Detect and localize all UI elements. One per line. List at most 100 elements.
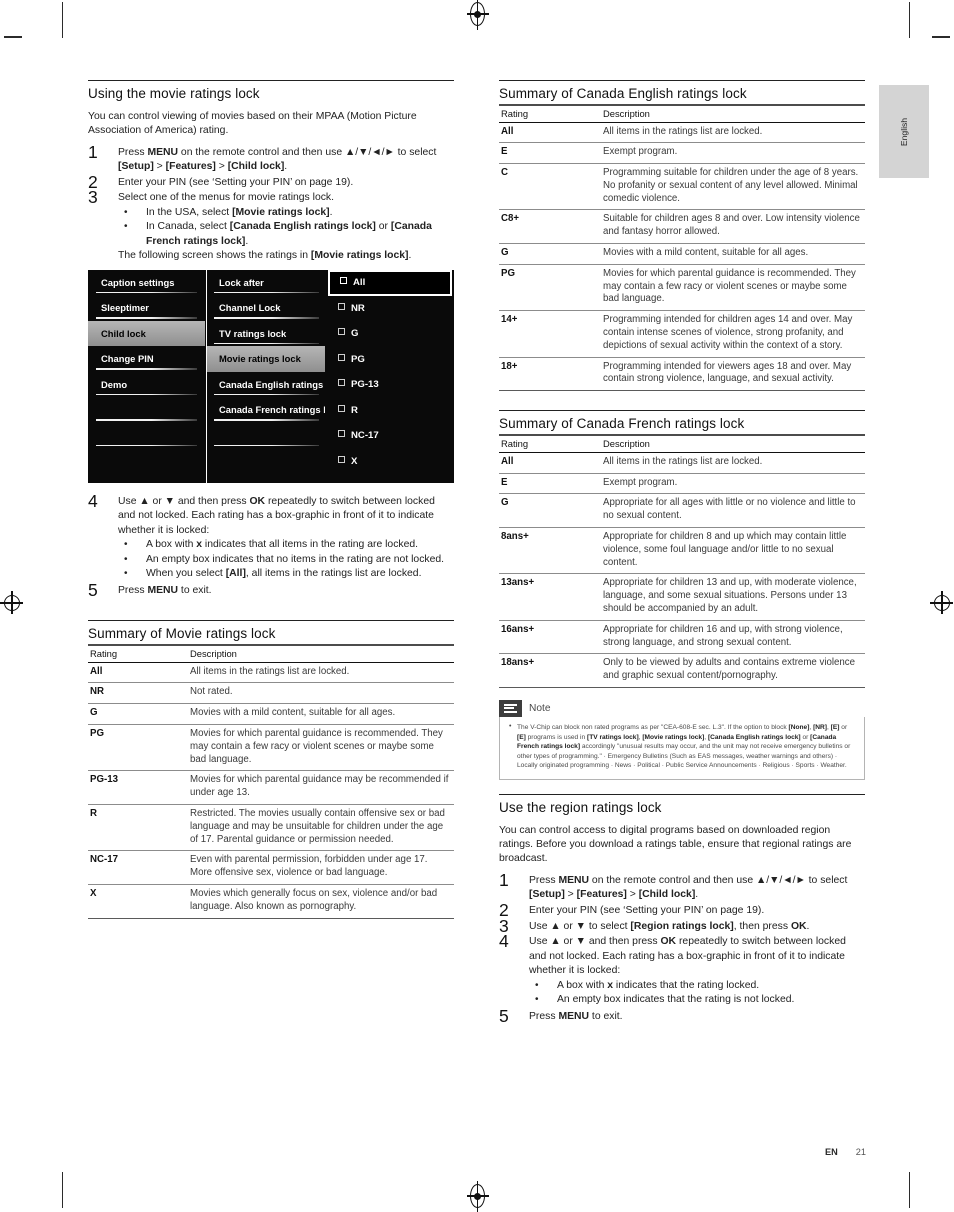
tv-rating-g[interactable]: G [328,321,454,347]
note-seg-1: The V-Chip can block non rated programs … [517,723,789,731]
tv-menu-item-demo[interactable]: Demo [88,372,205,398]
column-header-description: Description [595,104,865,123]
checkbox-icon[interactable] [338,328,345,336]
tv-menu-item-empty-1 [88,397,205,423]
region-ratings-steps: 1 Press MENU on the remote control and t… [499,870,865,1026]
note-body: • The V-Chip can block non rated programs… [499,716,865,780]
tv-rating-x[interactable]: X [328,449,454,475]
bullet-dot-icon: • [124,206,128,218]
checkbox-icon[interactable] [338,353,345,361]
checkbox-icon[interactable] [338,430,345,438]
tv-menu-item-label: TV ratings lock [219,327,287,339]
checkbox-icon[interactable] [338,302,345,310]
cell-rating: 8ans+ [499,527,595,575]
canada-french-summary-section: Summary of Canada French ratings lock Ra… [499,410,865,688]
manual-page: English Using the movie ratings lock You… [0,0,954,1211]
tv-menu-item-sleeptimer[interactable]: Sleeptimer [88,295,205,321]
bullet-dot-icon: • [124,221,128,233]
tv-menu-item-canada-english-ratings-lock[interactable]: Canada English ratings l... [207,372,325,398]
movie-summary-heading: Summary of Movie ratings lock [88,626,276,642]
canada-english-ratings-lock-ref: [Canada English ratings lock] [229,221,376,233]
cell-rating: All [499,452,595,474]
table-row: NC-17 Even with parental permission, forb… [88,850,454,886]
step-text: Select one of the menus for movie rating… [118,192,335,204]
cell-description: Exempt program. [595,142,865,165]
cell-description: All items in the ratings list are locked… [182,662,454,684]
tv-rating-all[interactable]: All [328,269,452,296]
table-row: 16ans+ Appropriate for children 16 and up… [499,620,865,655]
tv-menu-item-caption-settings[interactable]: Caption settings [88,270,205,296]
tv-rating-nc-17[interactable]: NC-17 [328,423,454,449]
menu-key: MENU [147,146,179,158]
tv-menu-item-change-pin[interactable]: Change PIN [88,346,205,372]
tv-menu-item-label: Movie ratings lock [219,353,301,365]
cell-rating: G [499,243,595,265]
tv-menu-screenshot: Caption settings Sleeptimer Child lock C… [88,269,454,483]
bullet-text-post: indicates that all items in the rating a… [202,539,419,551]
column-header-rating: Rating [499,104,595,123]
cell-description: Movies which generally focus on sex, vio… [182,884,454,919]
note-seg-5: programs is used in [525,733,587,741]
checkbox-icon[interactable] [340,276,347,284]
trailer-post: . [408,250,412,262]
step-4-bullet-3: • When you select [All], all items in the… [118,567,454,581]
step-4: 4 Use ▲ or ▼ and then press OK repeatedl… [88,491,454,582]
step-text: Enter your PIN (see ‘Setting your PIN’ o… [529,904,765,916]
tv-rating-label: All [353,276,366,288]
tv-rating-label: PG-13 [351,379,379,391]
checkbox-icon[interactable] [338,455,345,463]
tv-rating-label: X [351,455,358,467]
tv-menu-item-label: Canada French ratings l... [219,404,325,416]
setup-menu-ref: [Setup] [118,161,154,173]
tv-menu-item-lock-after[interactable]: Lock after [207,270,325,296]
section-divider-movie-summary [88,620,454,622]
table-row: PG Movies for which parental guidance is … [88,724,454,772]
cell-rating: 18+ [499,357,595,392]
cell-rating: 13ans+ [499,573,595,621]
step-text: Enter your PIN (see ‘Setting your PIN’ o… [118,176,354,188]
tv-menu-item-tv-ratings-lock[interactable]: TV ratings lock [207,321,325,347]
bullet-text-pre: An empty box indicates that the rating i… [557,994,795,1006]
tv-rating-label: NC-17 [351,430,379,442]
column-header-rating: Rating [88,644,182,663]
step-text-c: > [564,889,577,901]
region-ratings-lock-ref: [Region ratings lock] [630,920,734,932]
cell-rating: All [499,122,595,144]
divider [214,444,319,447]
step-text-b: , then press [733,920,791,932]
checkbox-icon[interactable] [338,379,345,387]
cell-description: Only to be viewed by adults and contains… [595,653,865,688]
movie-ratings-lock-ref: [Movie ratings lock] [232,206,330,218]
bullet-dot-icon: • [509,722,512,730]
tv-menu-item-label: Sleeptimer [101,302,149,314]
step-text-e: . [284,161,288,173]
left-column: Using the movie ratings lock You can con… [88,80,454,923]
note-label: Note [529,702,551,714]
tv-menu-column-ratings: All NR G PG PG-13 R NC-17 X [328,269,454,483]
cell-rating: 14+ [499,310,595,358]
note-callout: Note • The V-Chip can block non rated pro… [499,699,865,780]
checkbox-icon[interactable] [338,404,345,412]
bullet-text-post2: . [245,235,249,247]
tv-rating-pg[interactable]: PG [328,347,454,373]
language-tab-label: English [899,117,909,146]
step-text-a: Use ▲ or ▼ to select [529,920,631,932]
table-row: All All items in the ratings list are loc… [499,452,865,474]
cell-description: Even with parental permission, forbidden… [182,850,454,886]
canada-french-ratings-table: Rating Description All All items in the r… [499,434,865,688]
ok-key: OK [249,495,266,507]
tv-menu-item-movie-ratings-lock[interactable]: Movie ratings lock [207,346,325,372]
tv-rating-pg-13[interactable]: PG-13 [328,372,454,398]
cell-description: Appropriate for children 8 and up which … [595,527,865,575]
tv-rating-r[interactable]: R [328,398,454,424]
divider [214,317,319,319]
tv-rating-nr[interactable]: NR [328,296,454,322]
section-divider-canada-french [499,410,865,412]
cell-description: Not rated. [182,682,454,705]
tv-menu-item-child-lock[interactable]: Child lock [88,320,205,347]
tv-menu-item-channel-lock[interactable]: Channel Lock [207,295,325,321]
intro-paragraph: You can control viewing of movies based … [88,111,417,137]
tv-menu-item-canada-french-ratings-lock[interactable]: Canada French ratings l... [207,397,325,423]
section-divider-top-left [88,80,454,81]
table-row: E Exempt program. [499,473,865,495]
